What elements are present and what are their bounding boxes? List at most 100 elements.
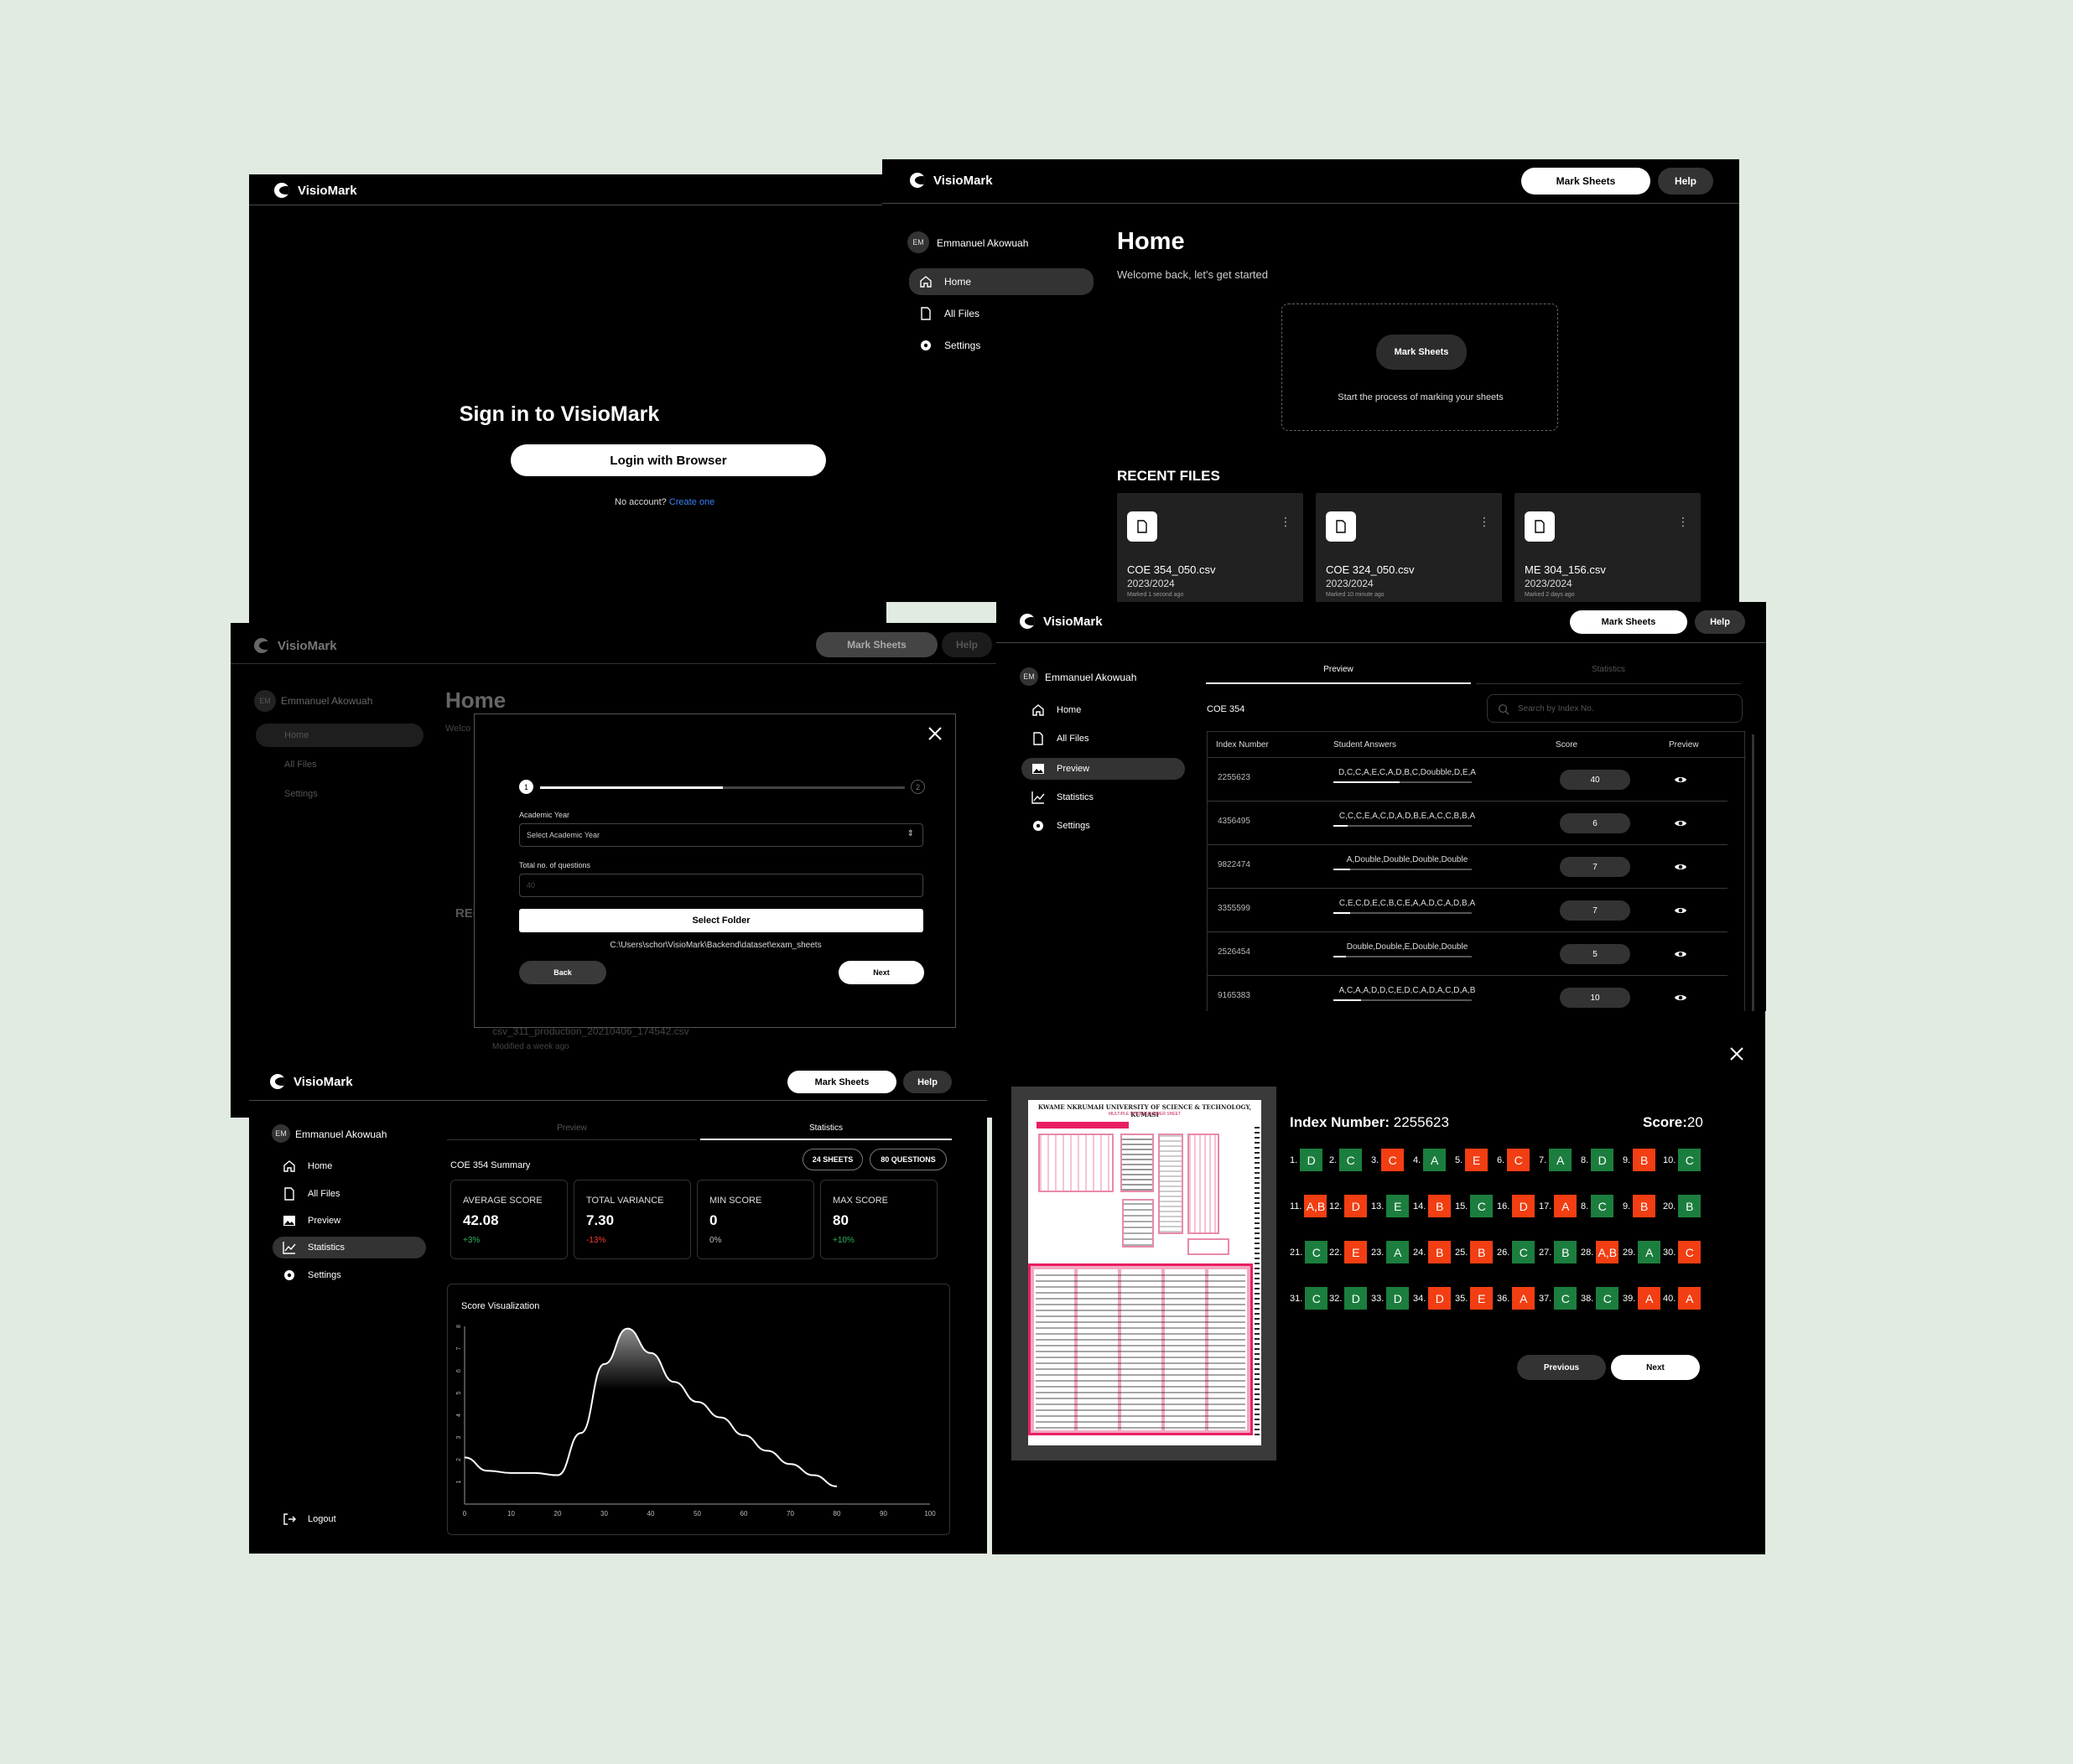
stat-value: 80 (833, 1212, 849, 1228)
select-folder-button[interactable]: Select Folder (519, 909, 923, 932)
index-value: 2255623 (1393, 1114, 1449, 1130)
help-button[interactable]: Help (903, 1071, 952, 1093)
next-button[interactable]: Next (1611, 1355, 1700, 1380)
row-score: 7 (1560, 857, 1630, 877)
logout-button[interactable]: Logout (273, 1508, 426, 1530)
eye-icon[interactable] (1674, 773, 1687, 786)
nav-settings[interactable]: Settings (273, 1264, 426, 1286)
chart-icon (283, 1242, 296, 1254)
close-icon[interactable] (1730, 1047, 1743, 1061)
visiomark-logo-icon (254, 638, 269, 653)
eye-icon[interactable] (1674, 991, 1687, 1004)
answer-cell: 16. D (1497, 1195, 1535, 1217)
nav-all-files[interactable]: All Files (1021, 728, 1185, 750)
nav-settings[interactable]: Settings (1021, 815, 1185, 837)
tab-preview[interactable]: Preview (1206, 665, 1471, 674)
mark-sheets-button[interactable]: Mark Sheets (1570, 610, 1687, 634)
row-score: 6 (1560, 813, 1630, 833)
previous-button[interactable]: Previous (1517, 1355, 1606, 1380)
close-icon[interactable] (927, 726, 943, 741)
table-row[interactable]: 4356495 C,C,C,E,A,C,D,A,D,B,E,A,C,C,B,B,… (1208, 802, 1728, 845)
answer-cell: 12. D (1329, 1195, 1368, 1217)
nav-statistics[interactable]: Statistics (273, 1237, 426, 1258)
answer-box: D (1591, 1149, 1614, 1171)
next-button[interactable]: Next (839, 961, 924, 984)
answer-cell: 34. D (1413, 1287, 1452, 1310)
more-options-icon[interactable]: ⋮ (1677, 515, 1689, 529)
x-tick-label: 70 (787, 1510, 794, 1518)
tab-statistics[interactable]: Statistics (700, 1123, 952, 1133)
questions-placeholder: 40 (527, 881, 536, 890)
x-tick-label: 0 (463, 1510, 467, 1518)
answer-cell: 32. D (1329, 1287, 1368, 1310)
nav-settings[interactable]: Settings (909, 332, 1094, 359)
nav-home[interactable]: Home (273, 1155, 426, 1177)
row-answers: A,C,A,A,D,D,C,E,D,C,A,D,A,C,D,A,B (1338, 986, 1476, 995)
answer-cell: 36. A (1497, 1287, 1535, 1310)
answer-box: C (1381, 1149, 1405, 1171)
nav-all-files[interactable]: All Files (909, 300, 1094, 327)
answer-box: A (1549, 1149, 1572, 1171)
help-button[interactable]: Help (1658, 168, 1713, 195)
row-score: 40 (1560, 770, 1630, 790)
table-row[interactable]: 9165383 A,C,A,A,D,D,C,E,D,C,A,D,A,C,D,A,… (1208, 976, 1728, 1011)
table-row[interactable]: 2526454 Double,Double,E,Double,Double 5 (1208, 932, 1728, 976)
table-row[interactable]: 2255623 D,C,C,A,E,C,A,D,B,C,Doubble,D,E,… (1208, 758, 1728, 802)
answer-box: D (1344, 1287, 1368, 1310)
more-options-icon[interactable]: ⋮ (1280, 515, 1291, 529)
y-tick-label: 6 (456, 1369, 462, 1372)
stat-delta: 0% (709, 1236, 722, 1245)
recent-file-card[interactable]: ⋮ ME 304_156.csv 2023/2024 Marked 2 days… (1514, 493, 1701, 602)
nav-home[interactable]: Home (1021, 699, 1185, 721)
questions-badge: 80 QUESTIONS (870, 1149, 947, 1170)
recent-file-card[interactable]: ⋮ COE 354_050.csv 2023/2024 Marked 1 sec… (1117, 493, 1303, 602)
stat-value: 0 (709, 1212, 718, 1228)
x-tick-label: 20 (554, 1510, 562, 1518)
eye-icon[interactable] (1674, 904, 1687, 917)
eye-icon[interactable] (1674, 817, 1687, 830)
mark-sheets-dropzone[interactable]: Mark Sheets Start the process of marking… (1281, 304, 1558, 431)
question-number: 12. (1329, 1201, 1343, 1211)
help-button[interactable]: Help (1695, 610, 1745, 634)
y-tick-label: 8 (456, 1325, 462, 1328)
tab-preview[interactable]: Preview (447, 1123, 697, 1133)
nav-preview[interactable]: Preview (1021, 758, 1185, 780)
academic-year-select[interactable]: Select Academic Year ⇕ (519, 823, 923, 847)
step-2-indicator: 2 (911, 780, 925, 794)
table-row[interactable]: 9822474 A,Double,Double,Double,Double 7 (1208, 845, 1728, 889)
score-label: Score: (1643, 1114, 1687, 1130)
nav-all-files[interactable]: All Files (273, 1183, 426, 1205)
eye-icon[interactable] (1674, 947, 1687, 961)
tab-statistics[interactable]: Statistics (1476, 665, 1741, 674)
table-row[interactable]: 3355599 C,E,C,D,E,C,B,C,E,A,A,D,C,A,D,B,… (1208, 889, 1728, 932)
login-browser-button[interactable]: Login with Browser (511, 444, 826, 476)
x-tick-label: 10 (507, 1510, 515, 1518)
back-button[interactable]: Back (519, 961, 606, 984)
more-options-icon[interactable]: ⋮ (1478, 515, 1490, 529)
answer-box: B (1470, 1241, 1494, 1263)
answer-box: C (1339, 1149, 1363, 1171)
mark-sheets-button[interactable]: Mark Sheets (1521, 168, 1650, 195)
summary-title: COE 354 Summary (450, 1160, 531, 1170)
app-name: VisioMark (298, 183, 357, 198)
nav-preview[interactable]: Preview (273, 1210, 426, 1232)
search-input[interactable]: Search by Index No. (1487, 694, 1743, 723)
nav-home[interactable]: Home (909, 268, 1094, 295)
row-index-number: 2255623 (1218, 773, 1250, 782)
recent-file-card[interactable]: ⋮ COE 324_050.csv 2023/2024 Marked 10 mi… (1316, 493, 1502, 602)
home-icon (920, 276, 932, 288)
cta-mark-sheets-button[interactable]: Mark Sheets (1376, 335, 1467, 370)
row-index-number: 9165383 (1218, 991, 1250, 1000)
eye-icon[interactable] (1674, 860, 1687, 874)
create-account-link[interactable]: Create one (669, 497, 714, 507)
questions-input[interactable]: 40 (519, 874, 923, 897)
tab-statistics-underline (700, 1139, 952, 1140)
question-number: 4. (1413, 1154, 1421, 1165)
header-divider (249, 1100, 987, 1101)
file-meta: Marked 2 days ago (1525, 592, 1575, 598)
home-title-dim: Home (445, 687, 507, 713)
scrollbar[interactable] (1752, 734, 1754, 1011)
nav-statistics[interactable]: Statistics (1021, 786, 1185, 808)
mark-sheets-button[interactable]: Mark Sheets (787, 1071, 896, 1093)
question-number: 14. (1413, 1201, 1426, 1211)
